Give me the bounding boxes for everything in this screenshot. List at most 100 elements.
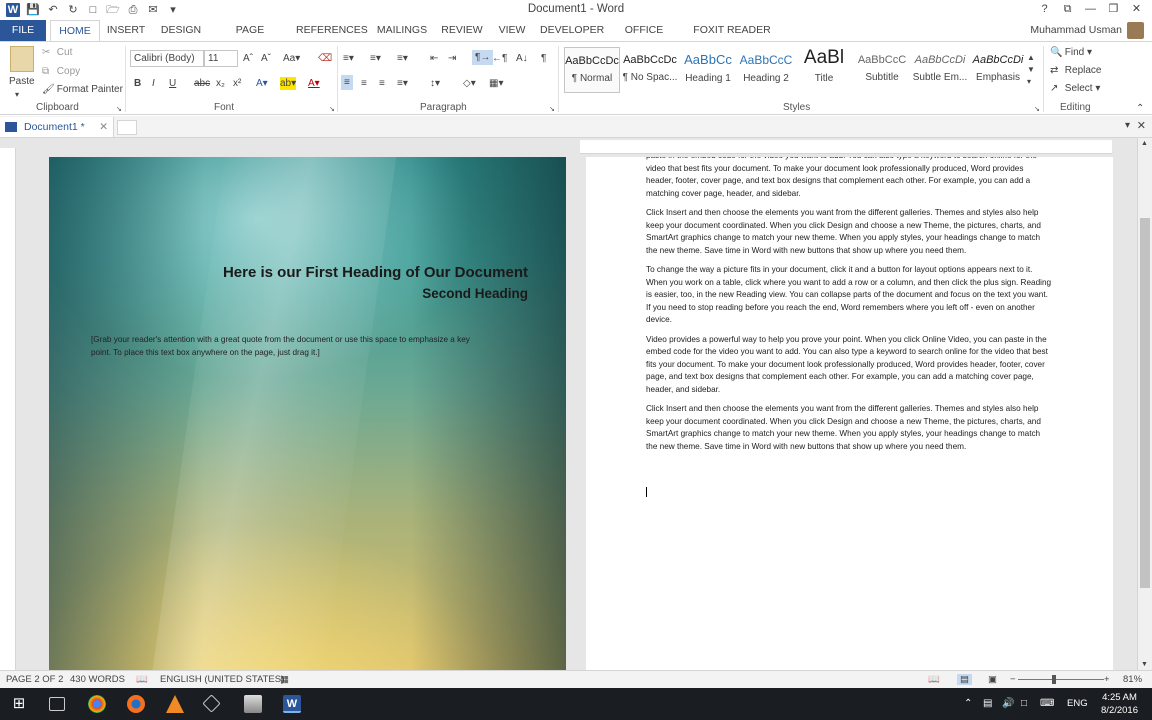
align-right-icon[interactable]: ≡ — [379, 77, 385, 90]
network-icon[interactable]: ▤ — [983, 695, 1001, 713]
input-language[interactable]: ENG — [1067, 698, 1088, 709]
paragraph[interactable]: Video provides a powerful way to help yo… — [646, 334, 1052, 397]
page-body[interactable]: paste in the embed code for the video yo… — [646, 157, 1052, 460]
scroll-down-icon[interactable]: ▼ — [1141, 661, 1148, 668]
format-painter-button[interactable]: 🖌 Format Painter — [42, 83, 123, 96]
shrink-font-icon[interactable]: Aˇ — [261, 52, 271, 65]
paragraph[interactable]: To change the way a picture fits in your… — [646, 264, 1052, 327]
change-case-icon[interactable]: Aa▾ — [283, 52, 300, 65]
increase-indent-icon[interactable]: ⇥ — [448, 52, 456, 65]
style-no-spacing[interactable]: AaBbCcDc ¶ No Spac... — [622, 47, 678, 93]
tab-insert[interactable]: INSERT — [106, 20, 146, 41]
horizontal-ruler[interactable] — [580, 140, 1112, 154]
style-heading-2[interactable]: AaBbCcC Heading 2 — [738, 47, 794, 93]
zoom-in-icon[interactable]: + — [1104, 674, 1110, 685]
show-hide-icon[interactable]: ¶ — [541, 52, 546, 65]
print-layout-icon[interactable]: ▤ — [957, 674, 972, 685]
tab-office-tab[interactable]: OFFICE TAB — [614, 20, 674, 57]
strikethrough-icon[interactable]: abc — [194, 77, 210, 90]
style-emphasis[interactable]: AaBbCcDi Emphasis — [970, 47, 1026, 93]
grow-font-icon[interactable]: Aˆ — [243, 52, 253, 65]
font-launcher-icon[interactable]: ↘ — [329, 103, 335, 116]
tab-mailings[interactable]: MAILINGS — [373, 20, 431, 41]
tab-home[interactable]: HOME — [50, 20, 100, 42]
paragraph[interactable]: paste in the embed code for the video yo… — [646, 157, 1052, 200]
tab-foxit-reader-pdf[interactable]: FOXIT READER PDF — [686, 20, 778, 57]
tab-list-dropdown-icon[interactable]: ▾ — [1125, 120, 1130, 131]
rtl-icon[interactable]: ←¶ — [492, 52, 507, 65]
app-icon[interactable] — [202, 694, 221, 713]
action-center-icon[interactable]: □ — [1021, 695, 1039, 713]
find-button[interactable]: 🔍 Find ▾ — [1050, 46, 1092, 59]
volume-icon[interactable]: 🔊 — [1002, 695, 1020, 713]
document-tab[interactable]: Document1 * ✕ — [0, 117, 114, 137]
close-document-tab-icon[interactable]: ✕ — [99, 117, 108, 137]
superscript-icon[interactable]: x² — [233, 77, 241, 90]
underline-icon[interactable]: U — [169, 77, 176, 90]
style-subtitle[interactable]: AaBbCcC Subtitle — [854, 47, 910, 93]
read-mode-icon[interactable]: 📖 — [928, 674, 940, 685]
close-all-icon[interactable]: ✕ — [1137, 119, 1146, 132]
ltr-icon[interactable]: ¶→ — [472, 50, 494, 65]
help-button[interactable]: ? — [1033, 0, 1056, 19]
style-subtle-emphasis[interactable]: AaBbCcDi Subtle Em... — [912, 47, 968, 93]
macro-recording-icon[interactable]: ▦ — [280, 674, 289, 685]
scroll-up-icon[interactable]: ▲ — [1141, 140, 1148, 147]
copy-button[interactable]: ⧉ Copy — [42, 65, 80, 78]
cut-button[interactable]: ✂ Cut — [42, 46, 72, 59]
collapse-ribbon-icon[interactable]: ⌃ — [1136, 102, 1144, 115]
style-heading-1[interactable]: AaBbCc Heading 1 — [680, 47, 736, 93]
cover-heading[interactable]: Here is our First Heading of Our Documen… — [223, 264, 528, 281]
justify-icon[interactable]: ≡▾ — [397, 77, 408, 90]
zoom-out-icon[interactable]: − — [1010, 674, 1016, 685]
style-normal[interactable]: AaBbCcDc ¶ Normal — [564, 47, 620, 93]
replace-button[interactable]: ⇄ Replace — [1050, 64, 1101, 77]
cover-page[interactable]: Here is our First Heading of Our Documen… — [49, 157, 566, 670]
decrease-indent-icon[interactable]: ⇤ — [430, 52, 438, 65]
keyboard-icon[interactable]: ⌨ — [1040, 695, 1058, 713]
styles-launcher-icon[interactable]: ↘ — [1034, 103, 1040, 116]
style-title[interactable]: AaBl Title — [796, 47, 852, 93]
paragraph-launcher-icon[interactable]: ↘ — [549, 103, 555, 116]
numbering-icon[interactable]: ≡▾ — [370, 52, 381, 65]
zoom-level[interactable]: 81% — [1123, 674, 1142, 685]
tab-design[interactable]: DESIGN — [158, 20, 204, 41]
vertical-scrollbar[interactable]: ▲ ▼ — [1137, 138, 1152, 670]
system-tray-expand-icon[interactable]: ⌃ — [964, 695, 982, 713]
align-left-icon[interactable]: ≡ — [341, 75, 353, 90]
font-size-dropdown[interactable]: 11 — [204, 50, 238, 67]
document-workspace[interactable]: Here is our First Heading of Our Documen… — [0, 138, 1152, 670]
paste-icon[interactable] — [10, 46, 34, 72]
user-name[interactable]: Muhammad Usman — [1030, 20, 1122, 41]
styles-scroll-icon[interactable]: ▲ ▼ ▾ — [1027, 52, 1035, 88]
minimize-button[interactable]: — — [1079, 0, 1102, 19]
subscript-icon[interactable]: x₂ — [216, 77, 225, 90]
italic-icon[interactable]: I — [152, 77, 155, 90]
text-effects-icon[interactable]: A▾ — [256, 77, 268, 90]
cover-subheading[interactable]: Second Heading — [422, 286, 528, 301]
vertical-ruler[interactable] — [0, 148, 16, 670]
tab-file[interactable]: FILE — [0, 20, 46, 41]
proofing-icon[interactable]: 📖 — [136, 674, 148, 685]
clear-formatting-icon[interactable]: ⌫ — [318, 52, 332, 65]
borders-icon[interactable]: ▦▾ — [489, 77, 503, 90]
zoom-slider[interactable] — [1018, 679, 1104, 680]
clock[interactable]: 4:25 AM 8/2/2016 — [1101, 691, 1138, 717]
paragraph[interactable]: Click Insert and then choose the element… — [646, 207, 1052, 257]
scrollbar-thumb[interactable] — [1140, 218, 1150, 588]
paragraph[interactable]: Click Insert and then choose the element… — [646, 403, 1052, 453]
font-name-dropdown[interactable]: Calibri (Body) — [130, 50, 204, 67]
tab-view[interactable]: VIEW — [496, 20, 528, 41]
new-tab-button[interactable] — [117, 120, 137, 135]
paste-dropdown-icon[interactable]: ▾ — [15, 88, 19, 101]
zoom-slider-thumb[interactable] — [1052, 675, 1056, 684]
bold-icon[interactable]: B — [134, 77, 141, 90]
cover-quote-textbox[interactable]: [Grab your reader's attention with a gre… — [91, 333, 491, 359]
language-indicator[interactable]: ENGLISH (UNITED STATES) — [160, 674, 284, 685]
chrome-icon[interactable] — [88, 695, 106, 713]
multilevel-list-icon[interactable]: ≡▾ — [397, 52, 408, 65]
clipboard-launcher-icon[interactable]: ↘ — [116, 103, 122, 116]
line-spacing-icon[interactable]: ↕▾ — [430, 77, 440, 90]
shading-icon[interactable]: ◇▾ — [463, 77, 476, 90]
page-count[interactable]: PAGE 2 OF 2 — [6, 674, 63, 685]
